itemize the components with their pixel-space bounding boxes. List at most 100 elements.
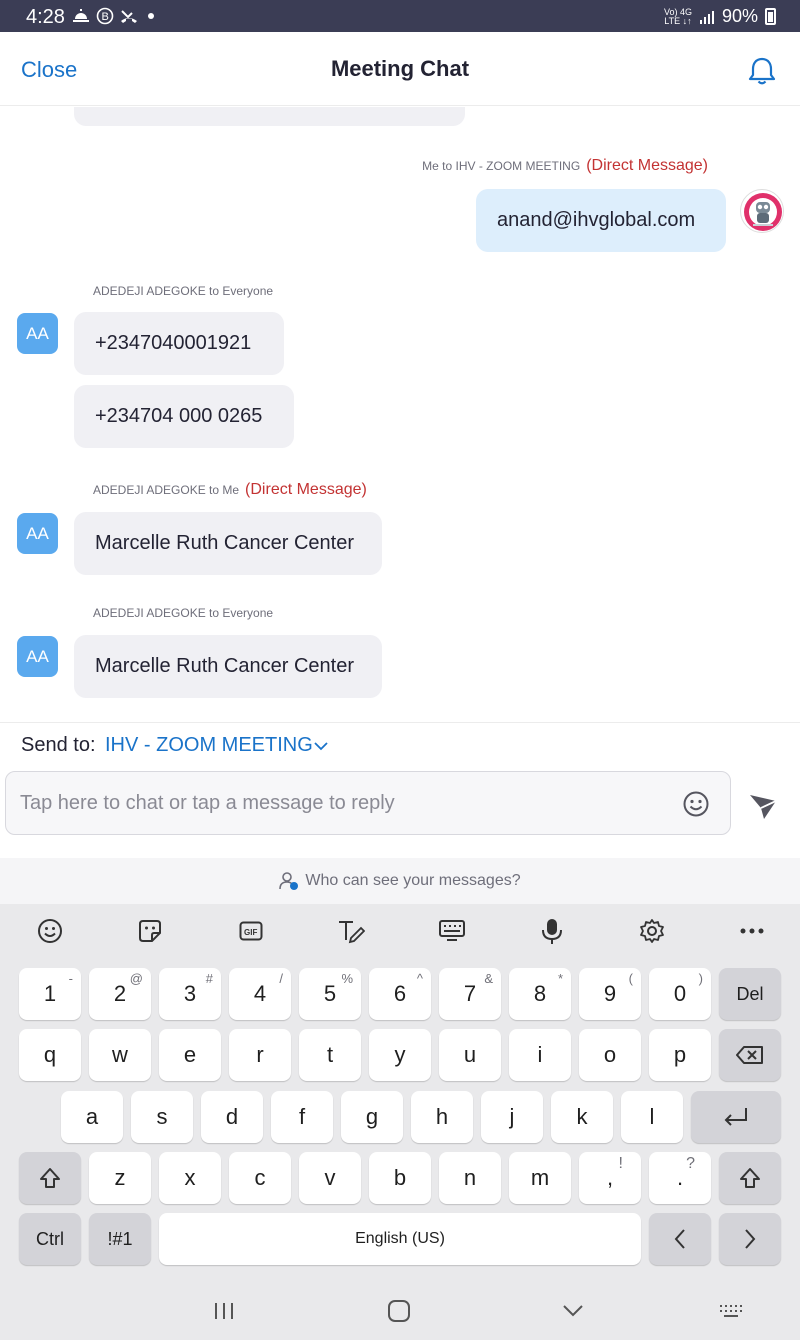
avatar[interactable]: AA	[17, 513, 58, 554]
send-to-selector[interactable]: IHV - ZOOM MEETING	[105, 734, 329, 757]
key-0[interactable]: 0)	[649, 968, 711, 1020]
key-s[interactable]: s	[131, 1091, 193, 1143]
chevron-left-icon	[674, 1229, 685, 1249]
ctrl-key[interactable]: Ctrl	[19, 1213, 81, 1265]
handwriting-icon[interactable]	[336, 916, 366, 946]
my-avatar[interactable]	[740, 189, 784, 233]
home-button[interactable]	[384, 1296, 414, 1326]
message-bubble[interactable]: Marcelle Ruth Cancer Center	[74, 635, 382, 698]
chat-messages: Me to IHV - ZOOM MEETING (Direct Message)…	[0, 107, 800, 722]
key-comma[interactable]: ,!	[579, 1152, 641, 1204]
avatar[interactable]: AA	[17, 313, 58, 354]
symbols-key[interactable]: !#1	[89, 1213, 151, 1265]
key-u[interactable]: u	[439, 1029, 501, 1081]
key-i[interactable]: i	[509, 1029, 571, 1081]
privacy-info[interactable]: Who can see your messages?	[0, 858, 800, 904]
message-bubble[interactable]: Marcelle Ruth Cancer Center	[74, 512, 382, 575]
key-1[interactable]: 1-	[19, 968, 81, 1020]
keyboard-icon	[720, 1305, 742, 1317]
svg-text:B: B	[102, 11, 109, 23]
gear-icon[interactable]	[637, 916, 667, 946]
message-bubble[interactable]: +2347040001921	[74, 312, 284, 375]
message-bubble[interactable]: anand@ihvglobal.com	[476, 189, 726, 252]
key-d[interactable]: d	[201, 1091, 263, 1143]
enter-key[interactable]	[691, 1091, 781, 1143]
key-p[interactable]: p	[649, 1029, 711, 1081]
message-meta: Me to IHV - ZOOM MEETING (Direct Message)	[422, 157, 708, 174]
key-5[interactable]: 5%	[299, 968, 361, 1020]
key-2[interactable]: 2 @	[89, 968, 151, 1020]
keyboard-layout-icon[interactable]	[437, 916, 467, 946]
key-e[interactable]: e	[159, 1029, 221, 1081]
cursor-left-key[interactable]	[649, 1213, 711, 1265]
key-z[interactable]: z	[89, 1152, 151, 1204]
sticker-icon[interactable]	[135, 916, 165, 946]
key-3[interactable]: 3 #	[159, 968, 221, 1020]
key-period[interactable]: .?	[649, 1152, 711, 1204]
direct-message-tag: (Direct Message)	[586, 157, 708, 174]
cursor-right-key[interactable]	[719, 1213, 781, 1265]
key-o[interactable]: o	[579, 1029, 641, 1081]
shift-icon	[40, 1168, 60, 1188]
enter-icon	[724, 1108, 747, 1126]
page-title: Meeting Chat	[330, 56, 470, 81]
key-a[interactable]: a	[61, 1091, 123, 1143]
more-options-icon[interactable]	[737, 916, 767, 946]
chat-input-box[interactable]	[5, 771, 731, 835]
volte-indicator: Vo) 4G LTE ↓↑	[663, 6, 692, 26]
chat-input[interactable]	[20, 772, 660, 834]
key-8[interactable]: 8 *	[509, 968, 571, 1020]
key-r[interactable]: r	[229, 1029, 291, 1081]
space-bar[interactable]: English (US)	[159, 1213, 641, 1265]
recent-apps-button[interactable]	[209, 1296, 239, 1326]
key-b[interactable]: b	[369, 1152, 431, 1204]
key-q[interactable]: q	[19, 1029, 81, 1081]
key-h[interactable]: h	[411, 1091, 473, 1143]
key-x[interactable]: x	[159, 1152, 221, 1204]
key-j[interactable]: j	[481, 1091, 543, 1143]
message-meta: ADEDEJI ADEGOKE to Me (Direct Message)	[93, 481, 367, 498]
missed-call-icon	[121, 10, 137, 23]
key-c[interactable]: c	[229, 1152, 291, 1204]
key-f[interactable]: f	[271, 1091, 333, 1143]
bell-icon[interactable]	[745, 54, 779, 88]
key-6[interactable]: 6 ^	[369, 968, 431, 1020]
key-7[interactable]: 7 &	[439, 968, 501, 1020]
key-v[interactable]: v	[299, 1152, 361, 1204]
header: Close Meeting Chat	[0, 32, 800, 106]
hide-keyboard-button[interactable]	[558, 1296, 588, 1326]
emoji-icon[interactable]	[35, 916, 65, 946]
home-icon	[388, 1300, 410, 1322]
send-icon[interactable]	[747, 790, 779, 822]
chevron-down-icon	[314, 741, 328, 750]
signal-icon	[699, 10, 714, 24]
emoji-icon[interactable]	[682, 790, 710, 818]
key-t[interactable]: t	[299, 1029, 361, 1081]
avatar[interactable]: AA	[17, 636, 58, 677]
notification-dot-icon	[148, 13, 154, 19]
shift-key-right[interactable]	[719, 1152, 781, 1204]
backspace-key[interactable]	[719, 1029, 781, 1081]
message-bubble-partial[interactable]	[74, 107, 465, 126]
message-meta: ADEDEJI ADEGOKE to Everyone	[93, 606, 274, 620]
backspace-icon	[736, 1046, 763, 1064]
key-k[interactable]: k	[551, 1091, 613, 1143]
message-meta: ADEDEJI ADEGOKE to Everyone	[93, 284, 274, 298]
keyboard-switch-button[interactable]	[716, 1296, 746, 1326]
message-bubble[interactable]: +234704 000 0265	[74, 385, 294, 448]
key-y[interactable]: y	[369, 1029, 431, 1081]
key-9[interactable]: 9(	[579, 968, 641, 1020]
send-to-row: Send to: IHV - ZOOM MEETING	[0, 722, 800, 766]
chevron-down-icon	[563, 1305, 583, 1317]
delete-key[interactable]: Del	[719, 968, 781, 1020]
key-4[interactable]: 4/	[229, 968, 291, 1020]
shift-key-left[interactable]	[19, 1152, 81, 1204]
key-l[interactable]: l	[621, 1091, 683, 1143]
key-g[interactable]: g	[341, 1091, 403, 1143]
key-w[interactable]: w	[89, 1029, 151, 1081]
microphone-icon[interactable]	[537, 916, 567, 946]
keyboard: GIF 1- 2 @ 3 # 4/ 5% 6 ^ 7 & 8 * 9( 0) Del q …	[0, 904, 800, 1280]
gif-icon[interactable]: GIF	[236, 916, 266, 946]
key-m[interactable]: m	[509, 1152, 571, 1204]
key-n[interactable]: n	[439, 1152, 501, 1204]
